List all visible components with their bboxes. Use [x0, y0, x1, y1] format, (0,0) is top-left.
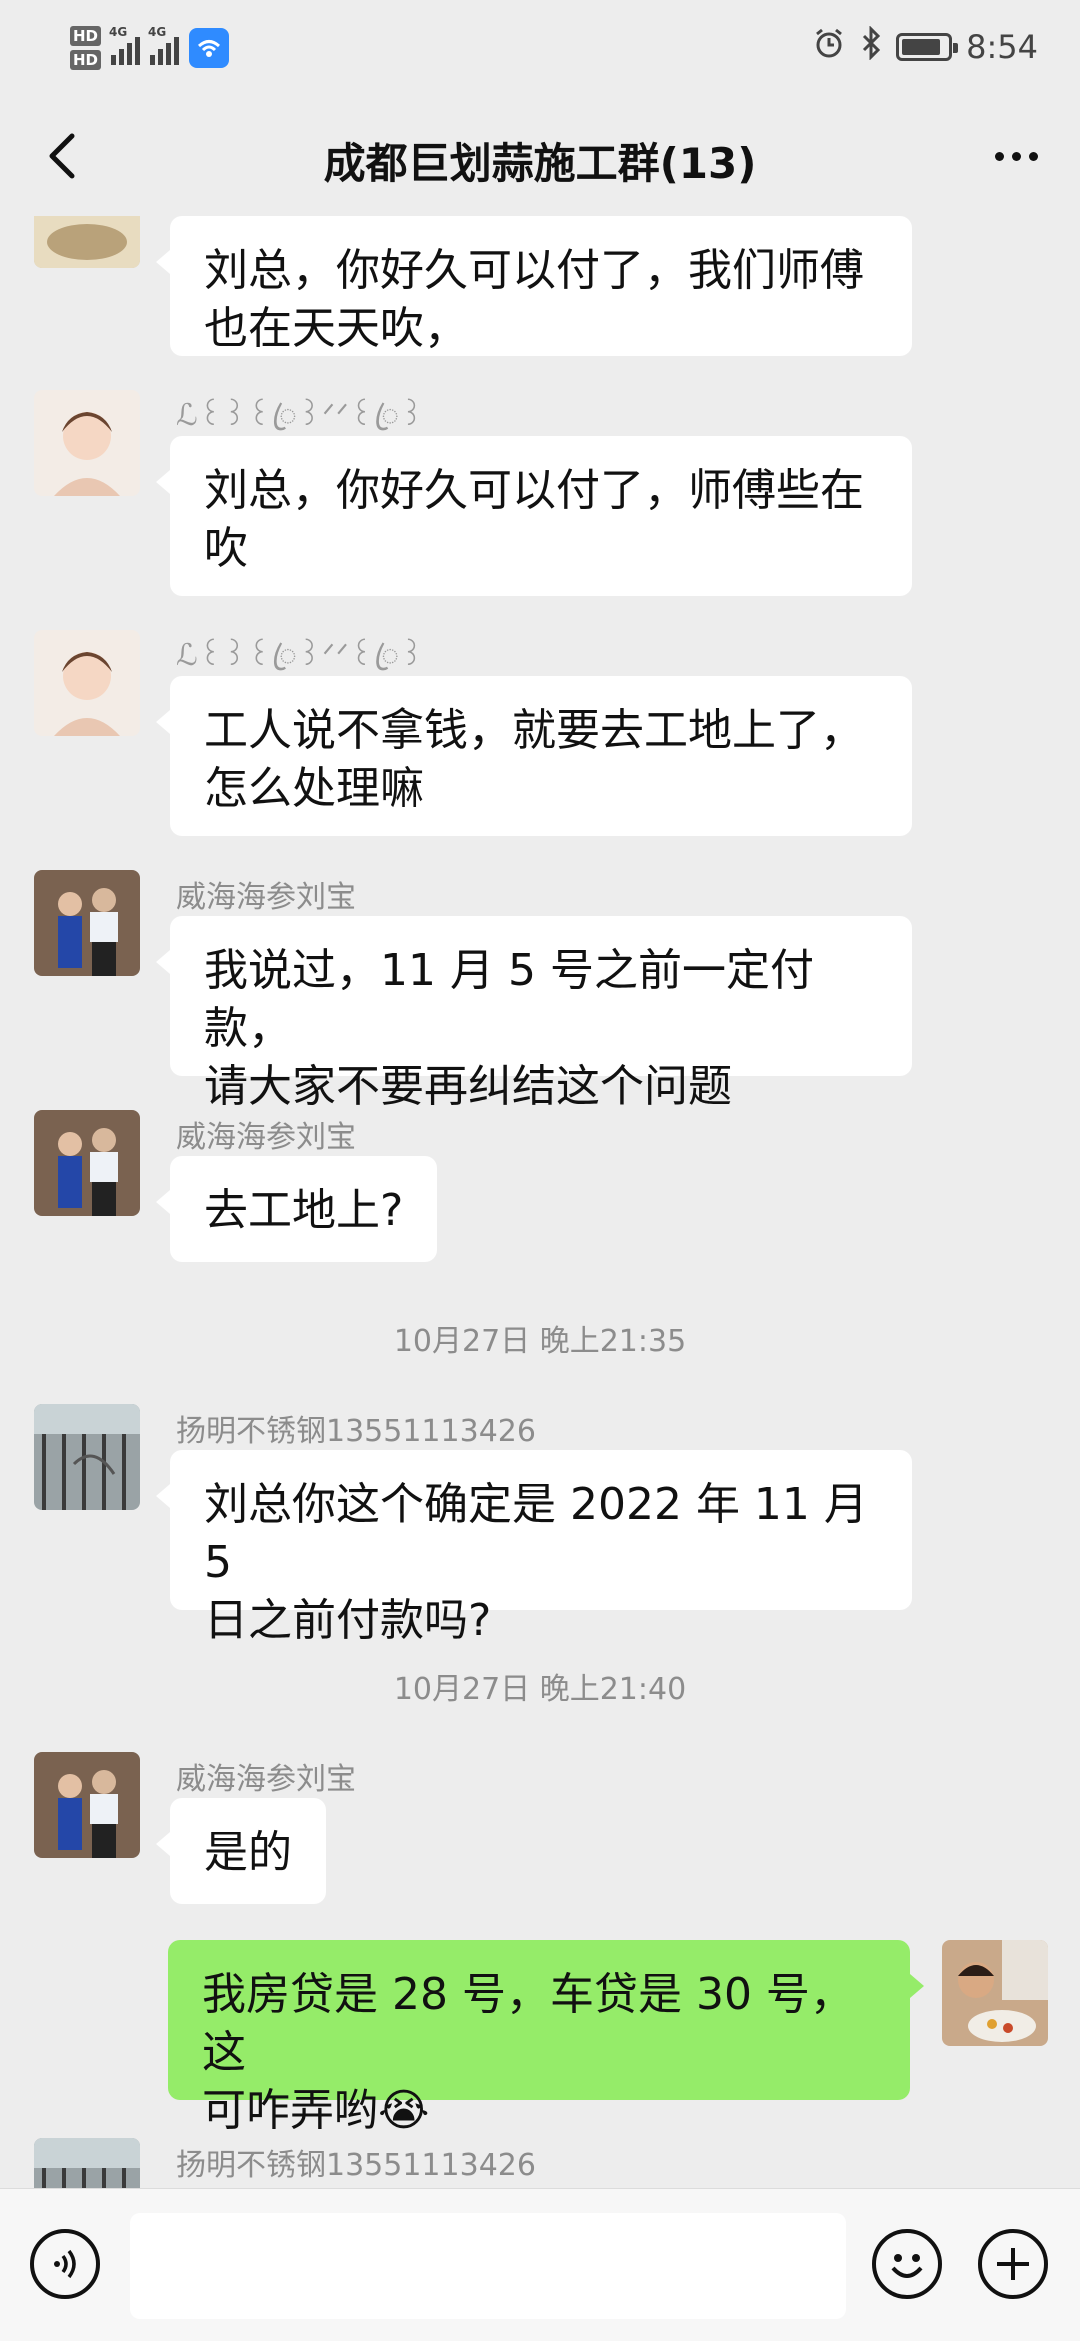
sender-name: 扬明不锈钢13551113426 — [176, 2148, 536, 2183]
signal-2-icon: 4G — [148, 25, 180, 65]
hd-indicator: HD HD — [70, 26, 102, 70]
chat-title: 成都巨划蒜施工群(13) — [323, 139, 757, 188]
timestamp: 10月27日 晚上21:40 — [393, 1672, 687, 1707]
input-bar — [0, 2188, 1080, 2341]
add-button[interactable] — [978, 2229, 1048, 2299]
message-bubble[interactable]: 去工地上? — [155, 1156, 438, 1262]
status-left: HD HD 4G 4G — [70, 18, 230, 78]
hd-1-label: HD — [70, 26, 102, 46]
sender-name: 威海海参刘宝 — [176, 1762, 356, 1797]
voice-icon — [54, 2249, 76, 2279]
wifi-icon — [189, 28, 230, 68]
message-bubble[interactable]: 我房贷是 28 号，车贷是 30 号，这 可咋弄哟😭 — [168, 1940, 924, 2136]
message-bubble[interactable]: 我说过，11 月 5 号之前一定付款， 请大家不要再纠结这个问题 — [156, 916, 912, 1112]
more-button[interactable] — [986, 126, 1046, 186]
message-bubble[interactable]: 是的 — [156, 1798, 326, 1904]
status-right: 8:54 — [812, 22, 1038, 72]
avatar[interactable] — [34, 2138, 140, 2188]
sender-name: 威海海参刘宝 — [176, 1120, 356, 1155]
plus-icon — [997, 2248, 1029, 2280]
message-bubble[interactable]: 刘总，你好久可以付了，我们师傅 也在天天吹， — [156, 216, 912, 356]
avatar[interactable] — [34, 1752, 140, 1858]
avatar[interactable] — [942, 1940, 1048, 2046]
battery-icon — [896, 33, 959, 61]
signal-1-icon: 4G — [109, 25, 141, 65]
emoji-button[interactable] — [872, 2229, 942, 2299]
hd-2-label: HD — [70, 50, 102, 70]
message-bubble[interactable]: 工人说不拿钱，就要去工地上了， 怎么处理嘛 — [156, 676, 912, 836]
message-bubble[interactable]: 刘总，你好久可以付了，师傅些在 吹 — [156, 436, 912, 596]
avatar[interactable] — [34, 1110, 140, 1216]
emoji-icon — [891, 2254, 923, 2278]
avatar[interactable] — [34, 1404, 140, 1510]
message-bubble[interactable]: 刘总你这个确定是 2022 年 11 月 5 日之前付款吗? — [156, 1450, 912, 1646]
status-bar: HD HD 4G 4G 8:54 — [0, 0, 1080, 96]
avatar[interactable] — [34, 630, 140, 736]
avatar[interactable] — [34, 870, 140, 976]
chat-header: 成都巨划蒜施工群(13) — [0, 96, 1080, 216]
message-input[interactable] — [130, 2213, 846, 2319]
sender-name: 扬明不锈钢13551113426 — [176, 1414, 536, 1449]
message-list[interactable]: 刘总，你好久可以付了，我们师傅 也在天天吹， ℒ꒰꒱꒰ꦿ꒱ᐟᐟ꒰ꦿ꒱ 刘总，你好… — [0, 216, 1080, 2188]
avatar[interactable] — [34, 216, 140, 268]
voice-button[interactable] — [30, 2229, 100, 2299]
timestamp: 10月27日 晚上21:35 — [393, 1324, 687, 1359]
sender-name: 威海海参刘宝 — [176, 880, 356, 915]
clock: 8:54 — [966, 28, 1038, 66]
bluetooth-icon — [860, 25, 882, 68]
more-dots-icon — [994, 151, 1004, 161]
alarm-icon — [812, 26, 846, 68]
avatar[interactable] — [34, 390, 140, 496]
